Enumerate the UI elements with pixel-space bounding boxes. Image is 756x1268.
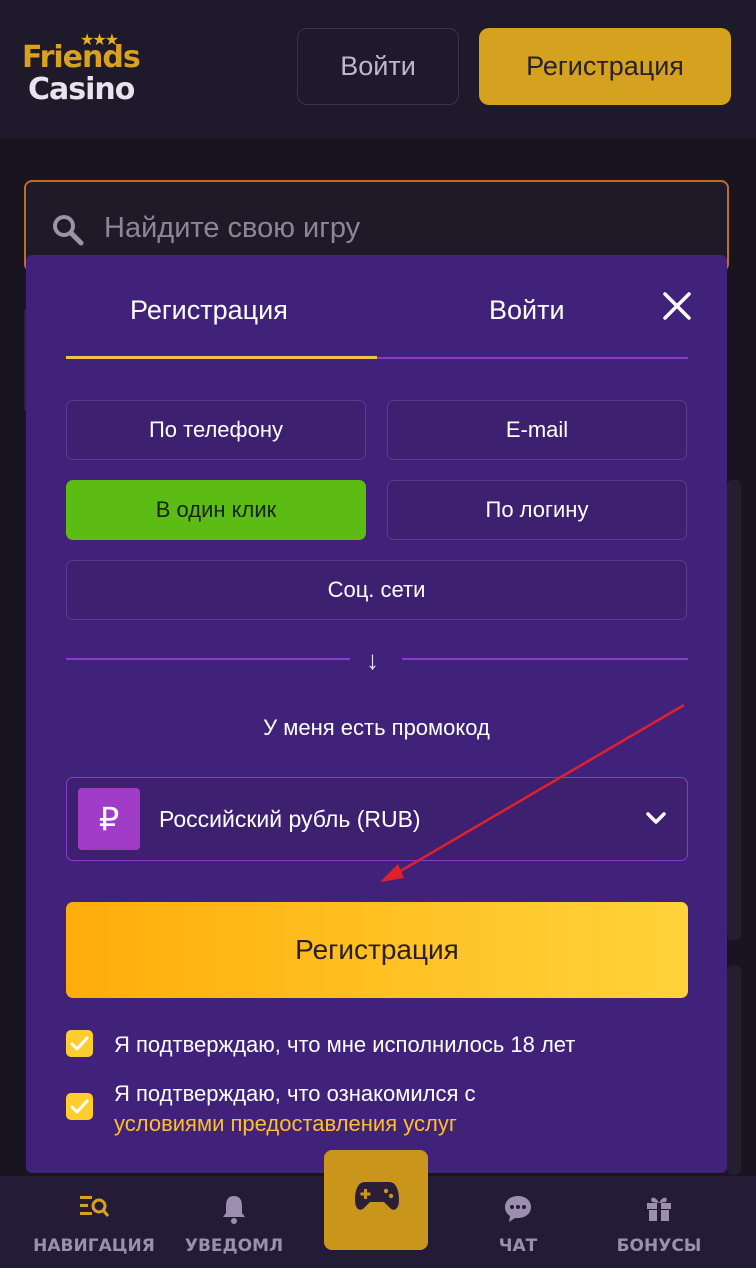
- logo-text-bottom: Casino: [28, 72, 135, 107]
- close-icon[interactable]: [662, 291, 692, 321]
- logo-text-top: Friends: [22, 40, 141, 75]
- nav-label: НАВИГАЦИЯ: [33, 1236, 155, 1256]
- nav-item-chat[interactable]: ЧАТ: [460, 1176, 576, 1268]
- terms-link[interactable]: условиями предоставления услуг: [114, 1111, 457, 1137]
- age-confirm-label: Я подтверждаю, что мне исполнилось 18 ле…: [114, 1032, 576, 1057]
- checkmark-icon: [70, 1036, 89, 1051]
- currency-select[interactable]: ₽ Российский рубль (RUB): [66, 777, 688, 861]
- navigation-icon: [80, 1196, 109, 1217]
- header-login-button[interactable]: Войти: [297, 28, 459, 105]
- chat-icon: [505, 1196, 531, 1222]
- terms-confirm-label: Я подтверждаю, что ознакомился с: [114, 1081, 476, 1106]
- nav-label: ЧАТ: [498, 1236, 538, 1256]
- bell-icon: [223, 1196, 245, 1224]
- registration-modal: Регистрация Войти По телефону E-mail В о…: [26, 255, 727, 1173]
- divider: [66, 658, 350, 660]
- header-register-button[interactable]: Регистрация: [479, 28, 731, 105]
- background-card: [727, 480, 741, 940]
- nav-item-notifications[interactable]: УВЕДОМЛ: [178, 1176, 290, 1268]
- age-confirm-checkbox[interactable]: [66, 1030, 93, 1057]
- nav-item-bonuses[interactable]: БОНУСЫ: [602, 1176, 716, 1268]
- nav-label: БОНУСЫ: [616, 1236, 702, 1256]
- gamepad-icon: [355, 1182, 399, 1210]
- search-icon: [53, 215, 84, 246]
- option-social[interactable]: Соц. сети: [66, 560, 687, 620]
- arrow-down-icon[interactable]: ↓: [366, 645, 379, 676]
- promo-code-toggle[interactable]: У меня есть промокод: [26, 715, 727, 741]
- option-by-phone[interactable]: По телефону: [66, 400, 366, 460]
- currency-selected-value: Российский рубль (RUB): [159, 806, 421, 832]
- option-by-login[interactable]: По логину: [387, 480, 687, 540]
- nav-item-games[interactable]: [324, 1150, 428, 1250]
- background-card: [727, 965, 741, 1175]
- terms-confirm-checkbox[interactable]: [66, 1093, 93, 1120]
- friends-casino-logo[interactable]: ★★★ Friends Casino: [22, 30, 142, 108]
- nav-label: УВЕДОМЛ: [184, 1236, 284, 1256]
- ruble-icon: ₽: [78, 788, 140, 850]
- app-header: ★★★ Friends Casino Войти Регистрация: [0, 0, 756, 138]
- divider: [402, 658, 688, 660]
- search-placeholder: Найдите свою игру: [104, 212, 361, 244]
- checkmark-icon: [70, 1099, 89, 1114]
- tab-active-indicator: [66, 356, 377, 359]
- tab-registration[interactable]: Регистрация: [130, 295, 288, 326]
- tab-login[interactable]: Войти: [489, 295, 565, 326]
- chevron-down-icon: [646, 812, 666, 824]
- nav-item-navigation[interactable]: НАВИГАЦИЯ: [20, 1176, 168, 1268]
- register-submit-button[interactable]: Регистрация: [66, 902, 688, 998]
- option-one-click[interactable]: В один клик: [66, 480, 366, 540]
- option-email[interactable]: E-mail: [387, 400, 687, 460]
- gift-icon: [647, 1197, 671, 1221]
